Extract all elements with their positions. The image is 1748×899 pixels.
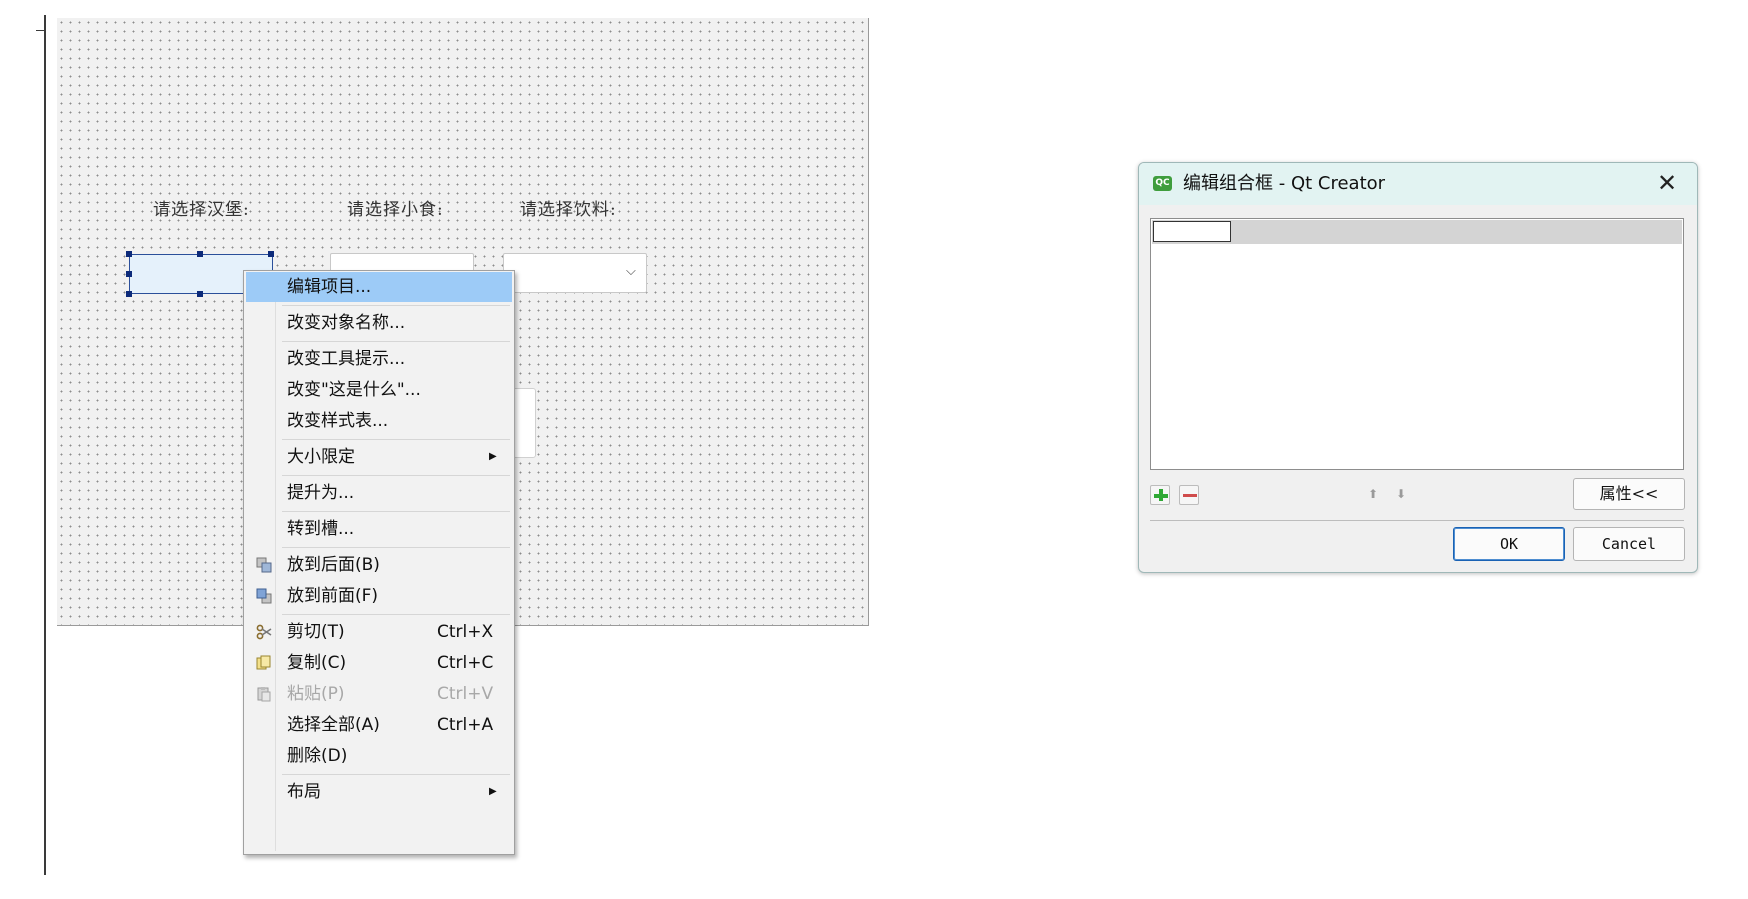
context-menu: 编辑项目... 改变对象名称... 改变工具提示... 改变"这是什么"... … xyxy=(243,270,515,855)
submenu-arrow-icon: ▶ xyxy=(489,786,497,797)
menu-item-promote-to[interactable]: 提升为... xyxy=(246,478,512,508)
menu-separator xyxy=(282,547,510,548)
selection-handle[interactable] xyxy=(197,291,203,297)
selection-handle[interactable] xyxy=(126,251,132,257)
dialog-title: 编辑组合框 - Qt Creator xyxy=(1183,173,1386,194)
remove-item-button[interactable] xyxy=(1179,485,1199,505)
properties-toggle-button[interactable]: 属性<< xyxy=(1573,478,1685,510)
selection-handle[interactable] xyxy=(126,271,132,277)
dialog-titlebar: QC 编辑组合框 - Qt Creator ✕ xyxy=(1139,163,1697,205)
designer-left-rule xyxy=(44,15,46,875)
bring-to-front-icon xyxy=(256,588,272,604)
plus-icon-bar xyxy=(1154,494,1168,498)
cancel-button[interactable]: Cancel xyxy=(1573,527,1685,561)
move-up-icon[interactable]: ⬆ xyxy=(1364,485,1382,503)
list-row-editing[interactable] xyxy=(1152,220,1682,244)
submenu-arrow-icon: ▶ xyxy=(489,451,497,462)
menu-item-paste[interactable]: 粘贴(P) Ctrl+V xyxy=(246,679,512,709)
menu-item-change-object-name[interactable]: 改变对象名称... xyxy=(246,308,512,338)
menu-item-copy[interactable]: 复制(C) Ctrl+C xyxy=(246,648,512,678)
menu-separator xyxy=(282,341,510,342)
menu-separator xyxy=(282,475,510,476)
copy-icon xyxy=(256,655,271,670)
menu-item-change-tooltip[interactable]: 改变工具提示... xyxy=(246,344,512,374)
item-edit-field[interactable] xyxy=(1153,221,1231,242)
scissors-icon xyxy=(256,624,272,640)
selection-handle[interactable] xyxy=(126,291,132,297)
menu-item-select-all[interactable]: 选择全部(A) Ctrl+A xyxy=(246,710,512,740)
menu-item-go-to-slot[interactable]: 转到槽... xyxy=(246,514,512,544)
menu-item-layout[interactable]: 布局 ▶ xyxy=(246,777,512,807)
menu-separator xyxy=(282,511,510,512)
menu-item-edit-items[interactable]: 编辑项目... xyxy=(246,272,512,302)
ruler-tick xyxy=(36,30,44,31)
label-burger: 请选择汉堡: xyxy=(153,200,250,220)
menu-item-cut[interactable]: 剪切(T) Ctrl+X xyxy=(246,617,512,647)
close-icon[interactable]: ✕ xyxy=(1657,169,1677,197)
paste-icon xyxy=(257,687,271,702)
selection-handle[interactable] xyxy=(268,251,274,257)
menu-separator xyxy=(282,774,510,775)
move-down-icon[interactable]: ⬇ xyxy=(1392,485,1410,503)
ok-button[interactable]: OK xyxy=(1453,527,1565,561)
menu-item-delete[interactable]: 删除(D) xyxy=(246,741,512,771)
send-to-back-icon xyxy=(256,557,272,573)
menu-item-change-stylesheet[interactable]: 改变样式表... xyxy=(246,406,512,436)
menu-separator xyxy=(282,614,510,615)
label-drink: 请选择饮料: xyxy=(520,200,617,220)
selection-handle[interactable] xyxy=(197,251,203,257)
minus-icon xyxy=(1183,494,1197,497)
edit-combobox-dialog: QC 编辑组合框 - Qt Creator ✕ ⬆ ⬇ 属性<< OK Canc… xyxy=(1138,162,1698,573)
add-item-button[interactable] xyxy=(1150,485,1170,505)
combo-drink[interactable]: ⌵ xyxy=(503,253,647,293)
label-snack: 请选择小食: xyxy=(347,200,444,220)
menu-item-bring-to-front[interactable]: 放到前面(F) xyxy=(246,581,512,611)
chevron-down-icon: ⌵ xyxy=(626,264,636,279)
menu-separator xyxy=(282,439,510,440)
qt-creator-icon: QC xyxy=(1153,176,1172,191)
dialog-separator xyxy=(1150,520,1684,521)
items-list[interactable] xyxy=(1150,218,1684,470)
menu-separator xyxy=(282,305,510,306)
menu-item-change-whats-this[interactable]: 改变"这是什么"... xyxy=(246,375,512,405)
menu-item-send-to-back[interactable]: 放到后面(B) xyxy=(246,550,512,580)
menu-item-size-constraints[interactable]: 大小限定 ▶ xyxy=(246,442,512,472)
